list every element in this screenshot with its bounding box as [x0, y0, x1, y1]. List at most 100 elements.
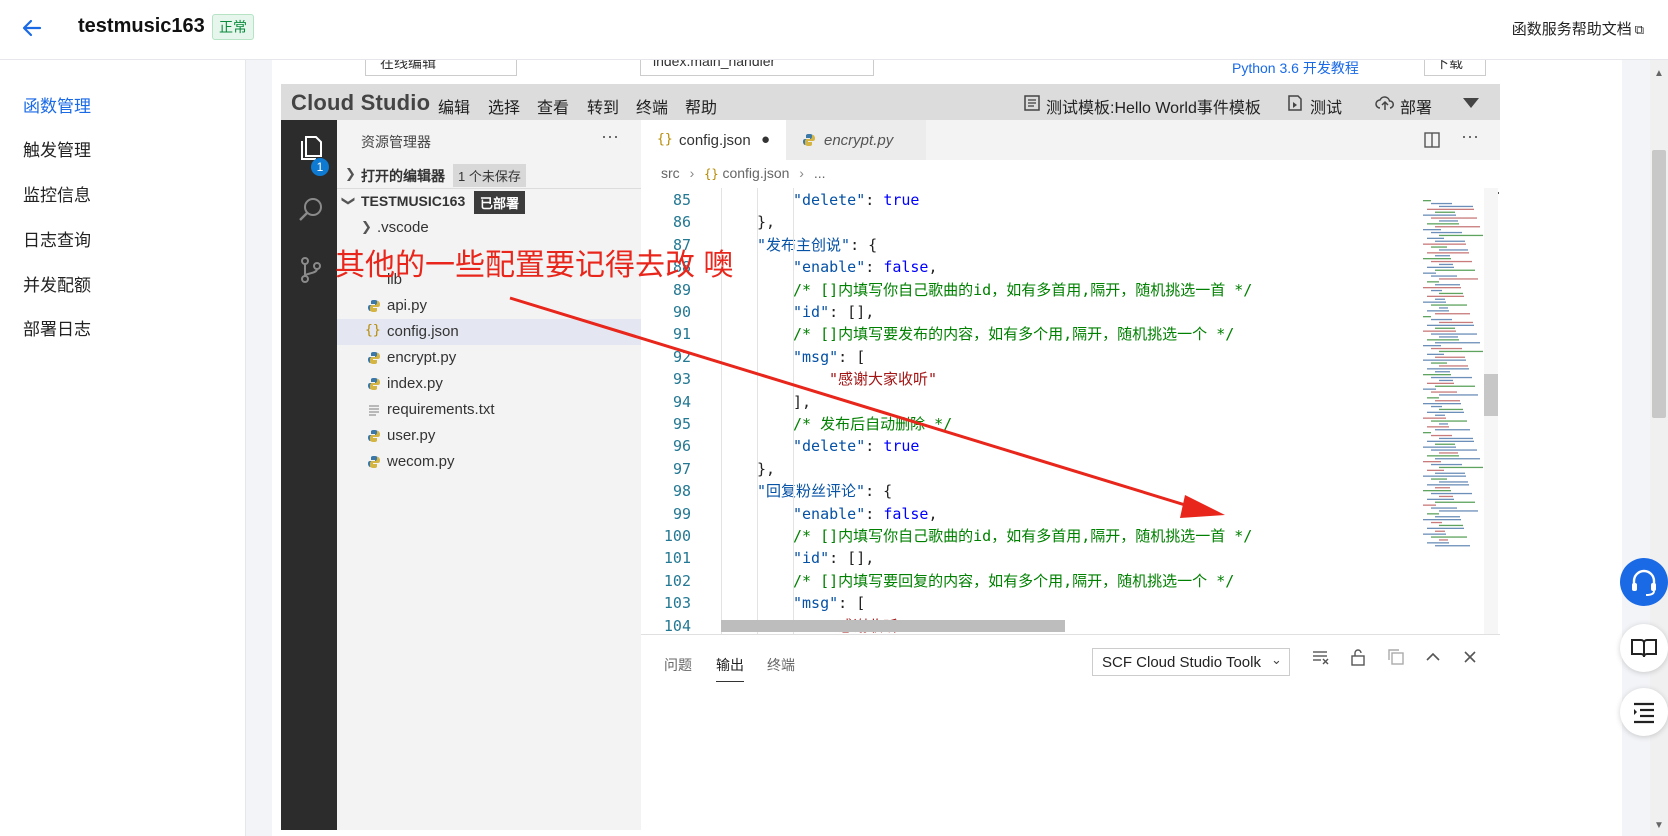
tree-item-config-json[interactable]: {} config.json	[337, 319, 641, 345]
handler-input[interactable]: index.main_handler	[640, 60, 874, 76]
tree-item-wecom-py[interactable]: wecom.py	[337, 449, 641, 475]
sidebar-item-monitoring[interactable]: 监控信息	[23, 181, 91, 206]
chevron-up-icon[interactable]	[1423, 647, 1443, 667]
support-button[interactable]	[1620, 558, 1668, 606]
open-editors-section[interactable]: ❯ 打开的编辑器 1 个未保存	[337, 162, 641, 188]
caret-down-icon[interactable]	[1462, 96, 1480, 110]
test-template-select[interactable]: 测试模板:Hello World事件模板	[1046, 94, 1261, 118]
sidebar-item-log-query[interactable]: 日志查询	[23, 226, 91, 251]
clear-output-icon[interactable]	[1310, 647, 1330, 667]
deploy-button[interactable]: 部署	[1400, 94, 1432, 118]
scroll-up-icon[interactable]: ▲	[1654, 68, 1664, 79]
test-button[interactable]: 测试	[1310, 94, 1342, 118]
help-link[interactable]: 函数服务帮助文档 ⧉	[1512, 18, 1644, 39]
upload-method-select[interactable]: 在线编辑	[365, 60, 517, 76]
code-line[interactable]: 89/* []内填写你自己歌曲的id，如有多首用,隔开，随机挑选一首 */	[641, 278, 1441, 302]
code-line[interactable]: 91 /* []内填写要发布的内容，如有多个用,隔开，随机挑选一个 */	[641, 322, 1441, 346]
cloud-deploy-icon	[1375, 96, 1394, 110]
open-editors-label: 打开的编辑器	[361, 168, 445, 184]
menu-goto[interactable]: 转到	[587, 94, 619, 118]
menu-select[interactable]: 选择	[488, 94, 520, 118]
menu-terminal[interactable]: 终端	[636, 94, 668, 118]
code-line[interactable]: 95 /* 发布后自动删除 */	[641, 412, 1441, 436]
code-line[interactable]: 100 /* []内填写你自己歌曲的id，如有多首用,隔开，随机挑选一首 */	[641, 524, 1441, 548]
tree-item-label: config.json	[387, 323, 459, 340]
tree-item-requirements-txt[interactable]: requirements.txt	[337, 397, 641, 423]
code-text: /* []内填写你自己歌曲的id，如有多首用,隔开，随机挑选一首 */	[793, 280, 1253, 299]
outline-button[interactable]	[1620, 688, 1668, 736]
line-number: 102	[663, 571, 691, 590]
menu-help[interactable]: 帮助	[685, 94, 717, 118]
breadcrumb-file[interactable]: config.json	[722, 165, 789, 181]
tree-item-vscode[interactable]: ❯ .vscode	[337, 215, 641, 241]
output-channel-select[interactable]: SCF Cloud Studio Toolk ⌄	[1092, 648, 1290, 676]
horizontal-scrollbar-thumb[interactable]	[721, 620, 1065, 632]
split-editor-icon[interactable]	[1423, 131, 1441, 149]
code-line[interactable]: 101 "id": [],	[641, 546, 1441, 570]
sidebar-item-trigger-management[interactable]: 触发管理	[23, 136, 91, 161]
unsaved-dot-icon[interactable]: ●	[761, 131, 770, 148]
menu-edit[interactable]: 编辑	[438, 94, 470, 118]
code-line[interactable]: 102 /* []内填写要回复的内容，如有多个用,隔开，随机挑选一个 */	[641, 569, 1441, 593]
bottom-panel: 问题 输出 终端 SCF Cloud Studio Toolk ⌄	[641, 634, 1500, 830]
code-text: "id": [],	[793, 549, 875, 568]
code-line[interactable]: 86},	[641, 210, 1441, 234]
search-icon[interactable]	[295, 194, 327, 226]
project-name: TESTMUSIC163	[361, 193, 466, 209]
code-line[interactable]: 103 "msg": [	[641, 591, 1441, 615]
code-text: "发布主创说": {	[757, 235, 878, 254]
scroll-down-icon[interactable]: ▼	[1654, 820, 1664, 831]
output-channel-value: SCF Cloud Studio Toolk	[1102, 654, 1261, 671]
code-line[interactable]: 85 "delete": true	[641, 188, 1441, 212]
editor-scrollbar-thumb[interactable]	[1484, 374, 1498, 416]
tab-label: config.json	[679, 132, 751, 149]
sidebar-item-deploy-log[interactable]: 部署日志	[23, 315, 91, 340]
tree-item-api-py[interactable]: api.py	[337, 293, 641, 319]
code-line[interactable]: 94],	[641, 390, 1441, 414]
sidebar-item-function-management[interactable]: 函数管理	[23, 92, 91, 117]
source-control-icon[interactable]	[295, 254, 327, 286]
breadcrumb-src[interactable]: src	[661, 165, 680, 181]
code-text: /* []内填写要回复的内容，如有多个用,隔开，随机挑选一个 */	[793, 571, 1235, 590]
more-actions-icon[interactable]: ···	[1461, 126, 1479, 147]
tutorial-link[interactable]: Python 3.6 开发教程	[1232, 60, 1359, 78]
tab-config-json[interactable]: {} config.json ●	[641, 120, 786, 160]
tree-item-user-py[interactable]: user.py	[337, 423, 641, 449]
code-line[interactable]: 88 "enable": false,	[641, 255, 1441, 279]
code-line[interactable]: 93 "感谢大家收听"	[641, 367, 1441, 391]
help-link-label[interactable]: 函数服务帮助文档	[1512, 21, 1632, 38]
copy-icon[interactable]	[1386, 647, 1406, 667]
project-root[interactable]: ❯ TESTMUSIC163 已部署	[337, 189, 641, 215]
panel-tab-terminal[interactable]: 终端	[767, 655, 795, 675]
code-editor[interactable]: 85 "delete": true 86}, 87 "发布主创说": {88 "enabl…	[641, 188, 1500, 638]
code-text: },	[757, 213, 776, 232]
more-actions-icon[interactable]: ···	[601, 126, 619, 147]
breadcrumb-more[interactable]: ...	[814, 165, 826, 181]
docs-button[interactable]	[1620, 624, 1668, 672]
code-line[interactable]: 99 "enable": false,	[641, 502, 1441, 526]
tab-encrypt-py[interactable]: encrypt.py	[786, 120, 926, 160]
external-link-icon: ⧉	[1634, 22, 1644, 37]
code-line[interactable]: 97},	[641, 457, 1441, 481]
sidebar-item-concurrency-quota[interactable]: 并发配额	[23, 271, 91, 296]
panel-tab-problems[interactable]: 问题	[664, 655, 692, 675]
page-scrollbar-thumb[interactable]	[1652, 150, 1666, 418]
back-arrow-icon[interactable]	[20, 16, 44, 40]
code-line[interactable]: 92 "msg": [	[641, 345, 1441, 369]
indent-guide	[757, 188, 758, 638]
python-file-icon	[368, 352, 380, 364]
download-button[interactable]: 下载	[1424, 60, 1486, 76]
tree-item-index-py[interactable]: index.py	[337, 371, 641, 397]
code-text: "delete": true	[793, 191, 920, 209]
code-line[interactable]: 96 "delete": true	[641, 434, 1441, 458]
code-line[interactable]: 90 "id": [],	[641, 300, 1441, 324]
panel-tab-output[interactable]: 输出	[716, 655, 744, 682]
close-icon[interactable]	[1460, 647, 1480, 667]
tree-item-encrypt-py[interactable]: encrypt.py	[337, 345, 641, 371]
lock-icon[interactable]	[1348, 647, 1368, 667]
editor-area: {} config.json ● encrypt.py ··· src › {}…	[641, 120, 1500, 830]
code-line[interactable]: 87 "发布主创说": {	[641, 233, 1441, 257]
menu-view[interactable]: 查看	[537, 94, 569, 118]
json-file-icon: {}	[365, 323, 381, 338]
code-line[interactable]: 98 "回复粉丝评论": {	[641, 479, 1441, 503]
